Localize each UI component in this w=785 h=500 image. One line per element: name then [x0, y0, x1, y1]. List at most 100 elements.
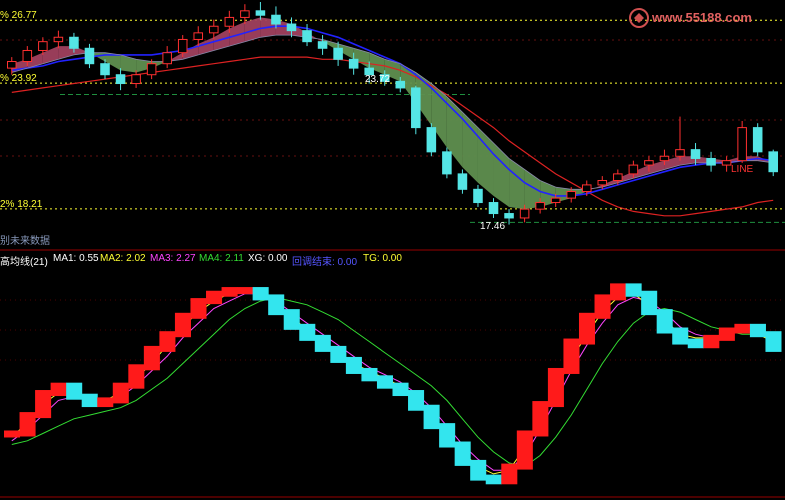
osc-bar-down — [656, 309, 673, 334]
osc-bar-up — [221, 287, 238, 297]
candle-up — [131, 74, 141, 85]
candle-down — [348, 58, 359, 69]
candle-up — [535, 202, 545, 210]
watermark-text: www.55188.com — [652, 10, 752, 25]
osc-bar-down — [625, 283, 642, 297]
candle-up — [644, 160, 654, 166]
candle-down — [333, 47, 343, 60]
osc-bar-down — [361, 367, 378, 382]
osc-bar-down — [81, 393, 98, 408]
candle-up — [6, 61, 17, 69]
candle-up — [550, 197, 561, 204]
candle-down — [442, 151, 452, 175]
candle-up — [581, 184, 592, 193]
osc-bar-down — [470, 459, 487, 481]
osc-bar-up — [734, 323, 751, 334]
marker-low-label: 17.46 — [480, 221, 506, 232]
candle-down — [473, 188, 483, 204]
xg-label: XG: 0.00 — [248, 253, 288, 264]
osc-bar-down — [439, 423, 456, 448]
osc-bar-down — [376, 375, 393, 389]
candle-up — [675, 149, 685, 157]
osc-bar-up — [501, 463, 518, 485]
candle-down — [504, 213, 514, 219]
osc-bar-down — [408, 390, 425, 411]
osc-bar-down — [283, 309, 300, 330]
ma1-label: MA1: 0.55 — [53, 253, 99, 264]
level-label-low: 2% 18.21 — [0, 199, 43, 210]
candle-down — [488, 202, 499, 215]
line-label: LINE — [731, 164, 754, 175]
candle-down — [411, 87, 421, 129]
band-segment-down — [509, 158, 525, 210]
candle-down — [317, 41, 328, 49]
indicator-title: 高均线(21) — [0, 257, 48, 268]
osc-bar-down — [66, 382, 83, 400]
ma-red-line — [11, 56, 774, 217]
candle-up — [209, 25, 219, 34]
osc-bar-down — [749, 323, 766, 338]
candle-down — [115, 74, 126, 85]
candle-down — [690, 149, 701, 159]
ma4-label: MA4: 2.11 — [199, 253, 244, 264]
osc-bar-down — [672, 327, 689, 345]
osc-bar-down — [392, 382, 409, 397]
tg-label: TG: 0.00 — [363, 253, 402, 264]
osc-bar-up — [610, 283, 627, 301]
osc-bar-up — [159, 331, 176, 352]
osc-bar-down — [454, 441, 471, 466]
osc-bar-up — [547, 367, 564, 408]
candle-up — [177, 38, 188, 54]
osc-bar-down — [687, 338, 704, 349]
level-label-mid: % 23.92 — [0, 73, 37, 84]
osc-bar-down — [268, 294, 285, 316]
osc-bar-down — [299, 323, 316, 341]
candle-down — [69, 36, 79, 49]
candle-up — [224, 16, 235, 27]
candle-up — [659, 155, 670, 162]
pullback-end-label: 回调结束: 0.00 — [292, 257, 358, 268]
candle-up — [597, 180, 608, 186]
candle-down — [752, 127, 763, 153]
ma2-label: MA2: 2.02 — [100, 253, 146, 264]
osc-bar-down — [345, 356, 362, 374]
candle-down — [426, 127, 437, 153]
osc-bar-up — [532, 401, 549, 437]
chart-stage: { "watermark": { "text": "www.55188.com"… — [0, 0, 785, 500]
candle-down — [302, 30, 312, 43]
candle-up — [146, 63, 157, 76]
marker-high-label: 23.72 — [365, 74, 391, 85]
candle-up — [519, 208, 530, 219]
osc-bar-up — [516, 430, 533, 470]
osc-bar-down — [314, 334, 331, 352]
candle-up — [240, 10, 250, 18]
osc-bar-up — [112, 382, 129, 404]
osc-bar-down — [330, 345, 347, 363]
candle-down — [286, 23, 297, 32]
candle-down — [84, 47, 95, 65]
osc-bar-up — [578, 312, 596, 345]
candle-down — [395, 80, 406, 89]
candle-up — [628, 164, 639, 175]
osc-bar-up — [594, 294, 611, 319]
chart-svg — [0, 2, 785, 498]
osc-bar-up — [190, 298, 207, 319]
osc-bar-up — [143, 345, 160, 371]
osc-bar-up — [563, 338, 580, 374]
osc-bar-up — [718, 327, 735, 341]
band-segment-down — [120, 54, 137, 73]
osc-bar-up — [237, 287, 254, 295]
candle-up — [566, 191, 576, 199]
candle-down — [255, 10, 266, 16]
osc-bar-down — [641, 290, 658, 316]
osc-bar-down — [252, 287, 269, 301]
oscillator-bars — [4, 283, 782, 485]
candle-up — [721, 160, 732, 166]
candle-down — [706, 157, 716, 166]
osc-bar-up — [206, 290, 223, 305]
candlesticks — [6, 2, 779, 225]
candle-up — [613, 173, 623, 181]
osc-bar-up — [35, 390, 52, 419]
osc-bar-up — [703, 334, 720, 349]
osc-bar-up — [4, 430, 21, 438]
